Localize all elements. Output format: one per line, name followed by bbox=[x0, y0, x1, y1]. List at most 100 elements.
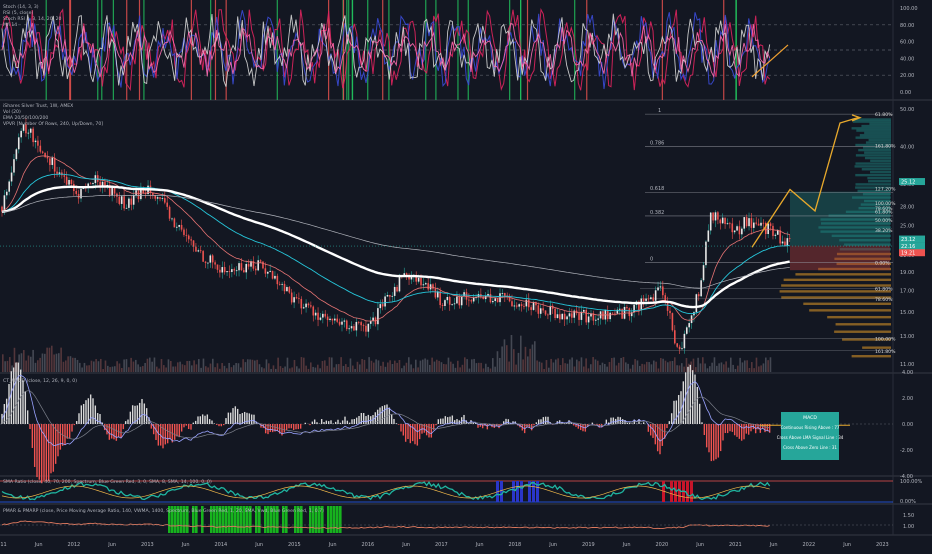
volume-bar bbox=[361, 359, 363, 372]
volume-bar bbox=[408, 357, 410, 372]
volume-bar bbox=[140, 367, 142, 372]
volume-bar bbox=[133, 362, 135, 372]
volume-bar bbox=[473, 359, 475, 372]
macd-histogram-bar bbox=[337, 420, 338, 424]
candle-body bbox=[360, 322, 362, 325]
candle-body bbox=[279, 284, 281, 285]
macd-histogram-bar bbox=[631, 423, 632, 424]
time-axis-label: 2019 bbox=[582, 542, 595, 548]
volume-bar bbox=[613, 358, 615, 372]
candle-body bbox=[583, 310, 585, 312]
candle-body bbox=[511, 301, 513, 306]
volume-bar bbox=[212, 359, 214, 372]
candle-body bbox=[734, 231, 736, 233]
macd-histogram-bar bbox=[704, 424, 705, 435]
macd-histogram-bar bbox=[81, 405, 82, 424]
chart-canvas[interactable]: 10.7860.6180.3820 100.0080.0060.0040.002… bbox=[0, 0, 932, 550]
candle-body bbox=[406, 273, 408, 275]
volume-bar bbox=[445, 364, 447, 372]
volume-bar bbox=[693, 359, 695, 372]
volume-bar bbox=[336, 364, 338, 372]
price-badge-label: 25.12 bbox=[901, 180, 915, 186]
volume-bar bbox=[431, 358, 433, 372]
macd-histogram-bar bbox=[249, 413, 250, 424]
volume-bar bbox=[413, 368, 415, 372]
macd-histogram-bar bbox=[158, 424, 159, 446]
volume-bar bbox=[662, 359, 664, 372]
candle-body bbox=[456, 297, 458, 304]
volume-bar bbox=[147, 359, 149, 372]
candle-body bbox=[643, 299, 645, 301]
macd-histogram-bar bbox=[253, 415, 254, 424]
fib-axis-label: 127.20% bbox=[875, 186, 896, 192]
macd-histogram-bar bbox=[34, 424, 35, 467]
volume-bar bbox=[632, 365, 634, 372]
candle-body bbox=[16, 149, 18, 159]
macd-histogram-bar bbox=[629, 423, 630, 424]
candle-body bbox=[674, 330, 676, 343]
volume-bar bbox=[196, 364, 198, 372]
candle-body bbox=[126, 208, 128, 209]
candle-body bbox=[353, 326, 355, 330]
candle-body bbox=[612, 313, 614, 314]
volume-bar bbox=[28, 356, 30, 372]
volume-bar bbox=[56, 354, 58, 372]
candle-body bbox=[289, 287, 291, 293]
macd-histogram-bar bbox=[386, 404, 387, 424]
candle-body bbox=[561, 314, 563, 320]
tradingview-chart[interactable]: 10.7860.6180.3820 100.0080.0060.0040.002… bbox=[0, 0, 932, 550]
candle-body bbox=[679, 347, 681, 349]
price-axis-tick: 13.00 bbox=[900, 334, 914, 340]
candle-body bbox=[652, 297, 654, 300]
macd-histogram-bar bbox=[340, 423, 341, 424]
volume-bar bbox=[595, 359, 597, 372]
candle-body bbox=[332, 319, 334, 321]
volume-profile-bar bbox=[855, 174, 891, 176]
volume-bar bbox=[427, 360, 429, 372]
macd-histogram-bar bbox=[78, 413, 79, 424]
macd-histogram-bar bbox=[130, 412, 131, 424]
candle-body bbox=[49, 158, 51, 165]
candle-body bbox=[236, 270, 238, 271]
sma-axis-tick: 0.00% bbox=[900, 499, 916, 505]
macd-histogram-bar bbox=[197, 416, 198, 424]
time-axis-label: 2023 bbox=[876, 542, 889, 548]
volume-bar bbox=[144, 363, 146, 372]
candle-body bbox=[715, 212, 717, 220]
pmar-axis-tick: 1.00 bbox=[903, 524, 914, 530]
sma-signal-block bbox=[516, 481, 519, 502]
candle-body bbox=[439, 291, 441, 305]
candle-body bbox=[217, 265, 219, 270]
candle-body bbox=[35, 141, 37, 142]
volume-bar bbox=[30, 357, 32, 372]
candle-body bbox=[212, 255, 214, 262]
macd-histogram-bar bbox=[144, 403, 145, 424]
macd-histogram-bar bbox=[46, 424, 47, 481]
volume-profile-bar bbox=[827, 316, 891, 318]
time-axis-label: 2016 bbox=[362, 542, 375, 548]
volume-bar bbox=[74, 358, 76, 372]
volume-bar bbox=[81, 367, 83, 372]
volume-bar bbox=[32, 350, 34, 372]
candle-body bbox=[18, 137, 20, 149]
candle-body bbox=[420, 278, 422, 285]
sma-signal-block bbox=[690, 481, 693, 502]
volume-bar bbox=[308, 369, 310, 372]
candle-body bbox=[497, 298, 499, 302]
macd-histogram-bar bbox=[741, 424, 742, 441]
candle-body bbox=[229, 271, 231, 272]
candle-body bbox=[789, 238, 791, 239]
macd-histogram-bar bbox=[414, 424, 415, 444]
volume-bar bbox=[191, 365, 193, 372]
time-axis-label: Jun bbox=[254, 542, 263, 548]
macd-histogram-bar bbox=[90, 394, 91, 424]
candle-body bbox=[442, 305, 444, 306]
candle-body bbox=[243, 270, 245, 272]
volume-bar bbox=[443, 364, 445, 372]
macd-histogram-bar bbox=[230, 413, 231, 424]
volume-bar bbox=[515, 365, 517, 372]
fib-axis-label: 161.80% bbox=[875, 349, 896, 355]
volume-bar bbox=[539, 362, 541, 372]
volume-profile-bar bbox=[809, 309, 891, 311]
macd-histogram-bar bbox=[487, 424, 488, 429]
